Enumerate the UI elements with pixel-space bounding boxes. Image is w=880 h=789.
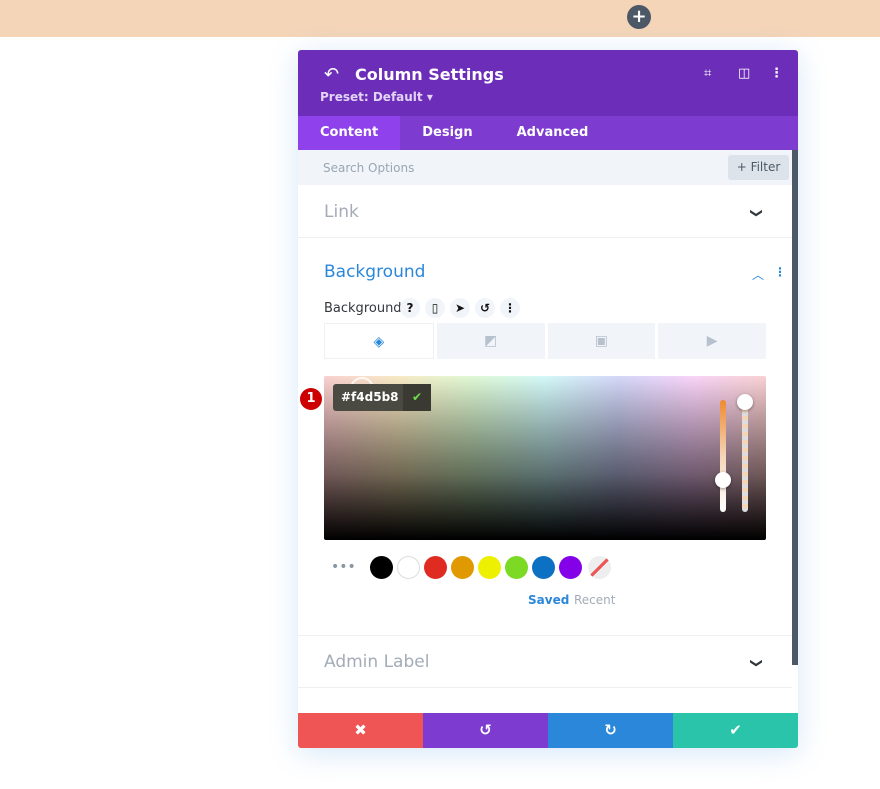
focus-icon[interactable]: ⌗ [704, 66, 711, 81]
video-icon: ▶ [706, 333, 718, 349]
swatch-white[interactable] [397, 556, 420, 579]
panel-header: ↶ Column Settings Preset: Default ▾ ⌗ ◫ … [298, 50, 798, 116]
more-vertical-icon[interactable]: ⋮ [770, 66, 783, 81]
filter-button[interactable]: + Filter [728, 155, 789, 180]
panel-footer: ✖ ↺ ↻ ✔ [298, 713, 798, 748]
save-button[interactable]: ✔ [673, 713, 798, 748]
redo-button[interactable]: ↻ [548, 713, 673, 748]
scrollbar[interactable] [792, 150, 798, 665]
swatch-orange[interactable] [451, 556, 474, 579]
cancel-button[interactable]: ✖ [298, 713, 423, 748]
chevron-down-icon[interactable]: ❯ [750, 658, 764, 668]
more-vertical-icon[interactable]: ⋮ [774, 265, 786, 279]
swatch-yellow[interactable] [478, 556, 501, 579]
swatch-red[interactable] [424, 556, 447, 579]
mobile-icon[interactable]: ▯ [425, 298, 445, 318]
panel-title: Column Settings [355, 65, 504, 84]
search-bar[interactable]: Search Options + Filter [298, 150, 798, 185]
undo-button[interactable]: ↺ [423, 713, 548, 748]
search-input[interactable]: Search Options [323, 161, 414, 175]
preset-dropdown[interactable]: Preset: Default ▾ [320, 90, 433, 104]
more-vertical-icon[interactable]: ⋮ [500, 298, 520, 318]
step-badge: 1 [300, 388, 322, 410]
swatch-purple[interactable] [559, 556, 582, 579]
add-row-button[interactable]: + [627, 5, 651, 29]
background-label: Background [324, 301, 402, 316]
hex-input[interactable]: #f4d5b8 ✔ [333, 384, 431, 411]
back-icon[interactable]: ↶ [324, 64, 339, 85]
section-title: Link [324, 202, 359, 222]
image-icon: ▣ [594, 333, 608, 349]
check-icon[interactable]: ✔ [403, 384, 431, 411]
background-type-tabs: ◈ ◩ ▣ ▶ [324, 323, 766, 359]
hex-value[interactable]: #f4d5b8 [341, 390, 399, 404]
tab-content[interactable]: Content [298, 116, 401, 150]
no-color-icon[interactable] [588, 556, 611, 579]
swatch-green[interactable] [505, 556, 528, 579]
hue-slider-knob[interactable] [715, 472, 731, 488]
hue-slider[interactable] [720, 400, 726, 512]
swatch-blue[interactable] [532, 556, 555, 579]
opacity-slider[interactable] [742, 400, 748, 512]
gradient-tab[interactable]: ◩ [436, 323, 545, 359]
admin-label-section[interactable]: Admin Label ❯ [298, 635, 792, 688]
section-title: Admin Label [324, 652, 430, 672]
columns-layout-icon[interactable]: ◫ [738, 66, 750, 81]
help-icon[interactable]: ? [400, 298, 420, 318]
background-section-title[interactable]: Background [324, 262, 425, 282]
cursor-icon[interactable]: ➤ [450, 298, 470, 318]
video-tab[interactable]: ▶ [658, 323, 766, 359]
swatch-black[interactable] [370, 556, 393, 579]
settings-tabs: Content Design Advanced [298, 116, 798, 150]
gradient-icon: ◩ [484, 333, 498, 349]
tab-advanced[interactable]: Advanced [495, 116, 611, 150]
chevron-up-icon[interactable]: ︿ [752, 266, 764, 283]
recent-tab[interactable]: Recent [574, 593, 615, 607]
tab-design[interactable]: Design [400, 116, 494, 150]
image-tab[interactable]: ▣ [547, 323, 656, 359]
more-horizontal-icon[interactable]: ••• [331, 559, 356, 575]
opacity-slider-knob[interactable] [737, 394, 753, 410]
page-top-bar: + [0, 0, 880, 37]
reset-icon[interactable]: ↺ [475, 298, 495, 318]
link-section[interactable]: Link ❯ [298, 185, 792, 238]
chevron-down-icon[interactable]: ❯ [750, 208, 764, 218]
column-settings-panel: ↶ Column Settings Preset: Default ▾ ⌗ ◫ … [298, 50, 798, 748]
paint-bucket-icon: ◈ [373, 334, 385, 350]
color-tab[interactable]: ◈ [324, 323, 434, 359]
saved-tab[interactable]: Saved [528, 593, 569, 607]
